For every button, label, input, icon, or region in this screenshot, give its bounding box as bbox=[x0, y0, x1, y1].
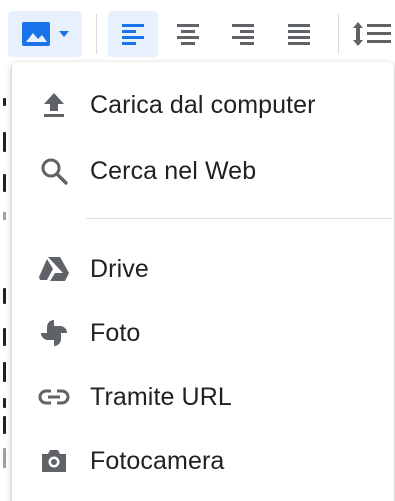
line-spacing-button[interactable] bbox=[352, 11, 395, 57]
menu-separator bbox=[86, 218, 392, 219]
search-icon bbox=[36, 153, 72, 189]
menu-item-by-url[interactable]: Tramite URL bbox=[12, 367, 394, 427]
align-left-button[interactable] bbox=[108, 11, 158, 57]
menu-item-label: Tramite URL bbox=[90, 382, 232, 411]
align-left-icon bbox=[119, 20, 147, 48]
insert-image-icon bbox=[19, 19, 55, 49]
toolbar-separator bbox=[96, 14, 97, 54]
align-justify-icon bbox=[285, 20, 313, 48]
photos-icon bbox=[36, 315, 72, 351]
menu-item-camera[interactable]: Fotocamera bbox=[12, 431, 394, 491]
menu-item-label: Cerca nel Web bbox=[90, 156, 257, 185]
link-icon bbox=[36, 379, 72, 415]
menu-item-label: Drive bbox=[90, 254, 149, 283]
menu-item-label: Foto bbox=[90, 318, 141, 347]
align-right-button[interactable] bbox=[218, 11, 268, 57]
docs-editor: Carica dal computer Cerca nel Web Drive bbox=[0, 0, 395, 501]
insert-image-button[interactable] bbox=[8, 11, 82, 57]
camera-icon bbox=[36, 443, 72, 479]
toolbar bbox=[0, 0, 395, 62]
menu-item-search-web[interactable]: Cerca nel Web bbox=[12, 141, 394, 201]
upload-icon bbox=[36, 87, 72, 123]
menu-item-label: Carica dal computer bbox=[90, 90, 316, 119]
insert-image-menu: Carica dal computer Cerca nel Web Drive bbox=[12, 62, 394, 501]
align-right-icon bbox=[229, 20, 257, 48]
toolbar-separator bbox=[338, 14, 339, 54]
menu-item-photos[interactable]: Foto bbox=[12, 303, 394, 363]
align-center-button[interactable] bbox=[163, 11, 213, 57]
drive-icon bbox=[36, 251, 72, 287]
align-center-icon bbox=[174, 20, 202, 48]
menu-item-drive[interactable]: Drive bbox=[12, 239, 394, 299]
chevron-down-icon bbox=[57, 29, 71, 39]
align-justify-button[interactable] bbox=[274, 11, 324, 57]
document-edge bbox=[0, 62, 12, 501]
line-spacing-icon bbox=[352, 19, 392, 49]
menu-item-upload-from-computer[interactable]: Carica dal computer bbox=[12, 75, 394, 135]
menu-item-label: Fotocamera bbox=[90, 446, 225, 475]
